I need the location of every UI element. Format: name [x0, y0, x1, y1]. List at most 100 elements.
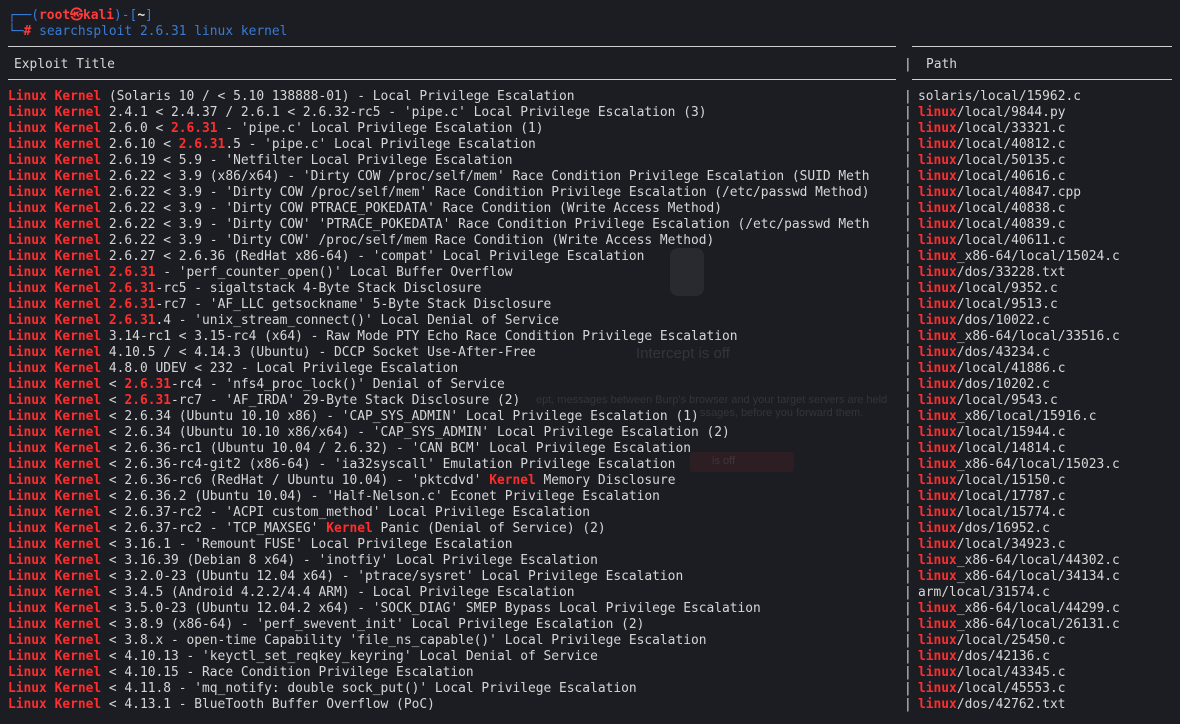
- column-divider: |: [904, 377, 912, 392]
- title-text: 2.6.0 <: [101, 121, 171, 136]
- column-divider: |: [904, 569, 912, 584]
- exploit-path: linux_x86-64/local/26131.c: [918, 617, 1120, 633]
- table-row: Linux Kernel 4.10.5 / < 4.14.3 (Ubuntu) …: [0, 345, 1180, 361]
- match-highlight: linux: [918, 521, 957, 536]
- match-highlight: Kernel: [326, 521, 373, 536]
- match-highlight: linux: [918, 169, 957, 184]
- match-highlight: linux: [918, 217, 957, 232]
- exploit-title: Linux Kernel < 3.2.0-23 (Ubuntu 12.04 x6…: [8, 569, 894, 585]
- exploit-path: linux_x86/local/15916.c: [918, 409, 1097, 425]
- title-text: < 3.8.x - open-time Capability 'file_ns_…: [101, 633, 707, 648]
- title-text: 2.6.19 < 5.9 - 'Netfilter Local Privileg…: [101, 153, 513, 168]
- column-divider: |: [904, 585, 912, 600]
- exploit-path: linux/local/14814.c: [918, 441, 1065, 457]
- match-highlight: Linux Kernel: [8, 201, 102, 216]
- table-row: Linux Kernel 2.4.1 < 2.4.37 / 2.6.1 < 2.…: [0, 105, 1180, 121]
- title-text: 4.10.5 / < 4.14.3 (Ubuntu) - DCCP Socket…: [101, 345, 536, 360]
- title-text: 2.6.22 < 3.9 (x86/x64) - 'Dirty COW /pro…: [101, 169, 870, 184]
- column-divider: |: [904, 601, 912, 616]
- exploit-title: Linux Kernel 4.8.0 UDEV < 232 - Local Pr…: [8, 361, 894, 377]
- column-divider: |: [904, 169, 912, 184]
- table-row: Linux Kernel < 2.6.37-rc2 - 'TCP_MAXSEG'…: [0, 521, 1180, 537]
- path-text: /local/9844.py: [956, 105, 1066, 120]
- exploit-title: Linux Kernel < 2.6.31-rc7 - 'AF_IRDA' 29…: [8, 393, 894, 409]
- table-row: Linux Kernel 3.14-rc1 < 3.15-rc4 (x64) -…: [0, 329, 1180, 345]
- exploit-title: Linux Kernel 2.6.22 < 3.9 (x86/x64) - 'D…: [8, 169, 894, 185]
- path-text: _x86-64/local/15023.c: [956, 457, 1120, 472]
- column-divider: |: [904, 649, 912, 664]
- match-highlight: Linux Kernel: [8, 473, 102, 488]
- exploit-title: Linux Kernel < 3.16.1 - 'Remount FUSE' L…: [8, 537, 894, 553]
- column-divider: |: [904, 297, 912, 312]
- match-highlight: linux: [918, 361, 957, 376]
- exploit-title: Linux Kernel 3.14-rc1 < 3.15-rc4 (x64) -…: [8, 329, 894, 345]
- path-text: /local/25450.c: [956, 633, 1066, 648]
- table-row: Linux Kernel < 2.6.31-rc4 - 'nfs4_proc_l…: [0, 377, 1180, 393]
- prompt-mid: )-[: [114, 8, 138, 23]
- exploit-title: Linux Kernel 2.6.27 < 2.6.36 (RedHat x86…: [8, 249, 894, 265]
- exploit-path: linux/dos/10202.c: [918, 377, 1050, 393]
- exploit-path: linux/local/15774.c: [918, 505, 1065, 521]
- exploit-title: Linux Kernel < 2.6.36-rc6 (RedHat / Ubun…: [8, 473, 894, 489]
- table-row: Linux Kernel < 4.13.1 - BlueTooth Buffer…: [0, 697, 1180, 713]
- path-text: /local/50135.c: [956, 153, 1066, 168]
- column-divider: |: [904, 665, 912, 680]
- match-highlight: Linux Kernel: [8, 569, 102, 584]
- match-highlight: Linux Kernel: [8, 409, 102, 424]
- prompt-corner-bottom: └─: [8, 24, 24, 39]
- exploit-title: Linux Kernel < 2.6.36-rc1 (Ubuntu 10.04 …: [8, 441, 894, 457]
- table-row: Linux Kernel < 3.5.0-23 (Ubuntu 12.04.2 …: [0, 601, 1180, 617]
- table-row: Linux Kernel < 4.10.15 - Race Condition …: [0, 665, 1180, 681]
- exploit-path: linux/dos/43234.c: [918, 345, 1050, 361]
- exploit-path: linux/local/50135.c: [918, 153, 1065, 169]
- exploit-path: linux/local/9513.c: [918, 297, 1058, 313]
- path-text: /local/40611.c: [956, 233, 1066, 248]
- match-highlight: linux: [918, 105, 957, 120]
- exploit-title: Linux Kernel < 3.8.9 (x86-64) - 'perf_sw…: [8, 617, 894, 633]
- path-text: /local/15150.c: [956, 473, 1066, 488]
- command-text: searchsploit 2.6.31 linux kernel: [39, 24, 288, 39]
- exploit-path: linux/local/40812.c: [918, 137, 1065, 153]
- path-text: _x86-64/local/34134.c: [956, 569, 1120, 584]
- title-text: < 2.6.34 (Ubuntu 10.10 x86/x64) - 'CAP_S…: [101, 425, 730, 440]
- match-highlight: linux: [918, 697, 957, 712]
- prompt-line-2[interactable]: └─# searchsploit 2.6.31 linux kernel: [8, 24, 287, 40]
- match-highlight: linux: [918, 553, 957, 568]
- exploit-title: Linux Kernel 2.6.19 < 5.9 - 'Netfilter L…: [8, 153, 894, 169]
- title-text: -rc7 - 'AF_IRDA' 29-Byte Stack Disclosur…: [171, 393, 521, 408]
- path-text: /dos/43234.c: [956, 345, 1050, 360]
- path-text: /local/34923.c: [956, 537, 1066, 552]
- exploit-title: Linux Kernel 2.6.22 < 3.9 - 'Dirty COW' …: [8, 217, 894, 233]
- path-text: /dos/33228.txt: [956, 265, 1066, 280]
- path-text: /dos/42762.txt: [956, 697, 1066, 712]
- table-row: Linux Kernel < 2.6.37-rc2 - 'ACPI custom…: [0, 505, 1180, 521]
- exploit-path: linux/local/40847.cpp: [918, 185, 1081, 201]
- title-text: 2.6.22 < 3.9 - 'Dirty COW' 'PTRACE_POKED…: [101, 217, 870, 232]
- match-highlight: Linux Kernel: [8, 249, 102, 264]
- column-header-path: Path: [926, 57, 958, 72]
- match-highlight: Linux Kernel: [8, 137, 102, 152]
- title-text: < 3.4.5 (Android 4.2.2/4.4 ARM) - Local …: [101, 585, 575, 600]
- exploit-path: linux/local/41886.c: [918, 361, 1065, 377]
- title-text: < 3.2.0-23 (Ubuntu 12.04 x64) - 'ptrace/…: [101, 569, 684, 584]
- table-row: Linux Kernel < 2.6.36-rc6 (RedHat / Ubun…: [0, 473, 1180, 489]
- title-text: - 'perf_counter_open()' Local Buffer Ove…: [155, 265, 513, 280]
- title-text: -rc7 - 'AF_LLC getsockname' 5-Byte Stack…: [155, 297, 552, 312]
- table-row: Linux Kernel < 2.6.34 (Ubuntu 10.10 x86)…: [0, 409, 1180, 425]
- terminal-window[interactable]: Intercept is off ept, messages between B…: [0, 0, 1180, 724]
- column-divider: |: [904, 553, 912, 568]
- exploit-path: linux/local/25450.c: [918, 633, 1065, 649]
- exploit-path: linux/local/40839.c: [918, 217, 1065, 233]
- match-highlight: linux: [918, 329, 957, 344]
- match-highlight: 2.6.31: [108, 265, 156, 280]
- match-highlight: Linux Kernel: [8, 153, 102, 168]
- exploit-title: Linux Kernel 2.6.31-rc5 - sigaltstack 4-…: [8, 281, 894, 297]
- match-highlight: Linux Kernel: [8, 329, 102, 344]
- match-highlight: linux: [918, 537, 957, 552]
- path-text: _x86-64/local/15024.c: [956, 249, 1120, 264]
- path-text: /local/41886.c: [956, 361, 1066, 376]
- column-divider: |: [904, 137, 912, 152]
- match-highlight: linux: [918, 121, 957, 136]
- exploit-title: Linux Kernel < 2.6.31-rc4 - 'nfs4_proc_l…: [8, 377, 894, 393]
- exploit-path: linux_x86-64/local/15024.c: [918, 249, 1120, 265]
